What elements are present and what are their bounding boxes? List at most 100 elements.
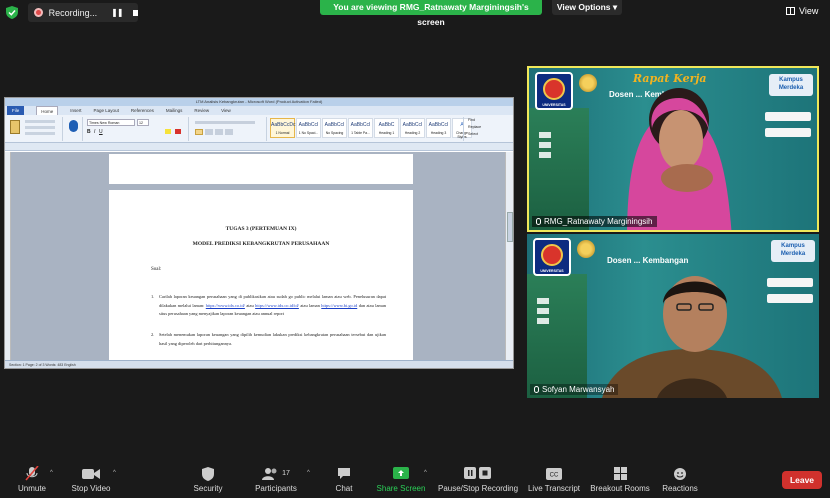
underline-button[interactable]: U (99, 129, 103, 135)
align-center-button[interactable] (205, 129, 213, 135)
item-text: atau (246, 302, 254, 308)
document-page-2[interactable]: TUGAS 3 (PERTEMUAN IX) MODEL PREDIKSI KE… (109, 190, 413, 368)
style-no-spacing[interactable]: AaBbCcI No Spacing (322, 118, 347, 138)
university-logo: UNIVERSITAS (533, 238, 571, 276)
share-screen-label: Share Screen (376, 484, 426, 493)
recording-label: Recording... (48, 7, 98, 18)
align-right-button[interactable] (215, 129, 223, 135)
stop-video-button[interactable]: Stop Video (70, 466, 112, 493)
style-name: 1 No Spaci... (298, 131, 319, 135)
font-color-icon[interactable] (175, 129, 181, 134)
style-preview: AaBbCcI (324, 122, 345, 128)
participant-video (602, 276, 782, 398)
microphone-muted-icon (14, 466, 50, 481)
schedule-icons (539, 128, 587, 162)
highlight-icon[interactable] (165, 129, 171, 134)
bluetooth-icon[interactable] (69, 120, 78, 132)
ribbon-tabs: File Home Insert Page Layout References … (5, 106, 513, 115)
share-options-caret[interactable]: ^ (424, 470, 427, 476)
style-name: Heading 2 (404, 131, 421, 135)
style-name: 1 Table Pa... (351, 131, 370, 135)
schedule-icons (537, 294, 585, 328)
select-button[interactable]: Select (468, 132, 478, 136)
tab-file[interactable]: File (7, 106, 25, 115)
document-title: TUGAS 3 (PERTEMUAN IX) (225, 226, 297, 232)
video-options-caret[interactable]: ^ (113, 470, 116, 476)
link-bi[interactable]: https://www.bi.go.id (321, 303, 357, 308)
university-logo: UNIVERSITAS (535, 72, 573, 110)
participant-name: Sofyan Marwansyah (542, 385, 615, 394)
style-normal[interactable]: AaBbCcDc 1 Normal (270, 118, 295, 138)
share-screen-icon (376, 466, 426, 481)
style-preview: AaBbCcI (428, 122, 449, 128)
chat-bubble-icon (332, 466, 356, 481)
participants-options-caret[interactable]: ^ (307, 470, 310, 476)
font-name-select[interactable]: Times New Roman (87, 119, 135, 126)
chat-button[interactable]: Chat (332, 466, 356, 493)
editing-group: Find Replace Select (463, 117, 503, 141)
unmute-button[interactable]: Unmute (14, 466, 50, 493)
view-options-button[interactable]: View Options ▾ (552, 0, 622, 15)
tab-view[interactable]: View (221, 108, 231, 113)
style-name: Heading 1 (378, 131, 395, 135)
viewing-banner: You are viewing RMG_Ratnawaty Marginings… (320, 0, 542, 27)
justify-button[interactable] (225, 129, 233, 135)
participants-button[interactable]: 17 Participants (254, 466, 298, 493)
link-idx-id[interactable]: https://www.idx.co.id/id/ (255, 303, 299, 308)
reactions-button[interactable]: Reactions (660, 466, 700, 493)
live-transcript-label: Live Transcript (527, 484, 581, 493)
style-heading-3[interactable]: AaBbCcI Heading 3 (426, 118, 451, 138)
cut-button[interactable] (25, 120, 55, 123)
list-buttons[interactable] (195, 121, 255, 124)
shield-icon[interactable] (6, 6, 18, 19)
participant-name-tag: Sofyan Marwansyah (530, 384, 619, 395)
style-heading-2[interactable]: AaBbCcI Heading 2 (400, 118, 425, 138)
link-idx[interactable]: https://www.idx.co.id/ (206, 303, 245, 308)
find-button[interactable]: Find (468, 118, 475, 122)
document-page-1 (109, 154, 413, 184)
soal-label: Soal: (151, 267, 162, 272)
microphone-icon (534, 386, 539, 393)
breakout-rooms-button[interactable]: Breakout Rooms (590, 466, 650, 493)
item-text: atau laman (300, 302, 320, 308)
live-transcript-button[interactable]: CC Live Transcript (526, 466, 582, 493)
style-heading-1[interactable]: AaBbC Heading 1 (374, 118, 399, 138)
pause-recording-icon[interactable]: ❚❚ (111, 8, 123, 17)
audio-options-caret[interactable]: ^ (50, 470, 53, 476)
clipboard-group (7, 117, 63, 141)
security-button[interactable]: Security (192, 466, 224, 493)
tab-review[interactable]: Review (194, 108, 209, 113)
align-left-button[interactable] (195, 129, 203, 135)
pause-stop-recording-button[interactable]: Pause/Stop Recording (438, 466, 518, 493)
background-building (529, 108, 589, 230)
video-tile[interactable]: UNIVERSITAS Dosen ... Kembangan Kampus M… (527, 234, 819, 398)
style-table-paragraph[interactable]: AaBbCcI 1 Table Pa... (348, 118, 373, 138)
italic-button[interactable]: I (94, 129, 95, 135)
tab-page-layout[interactable]: Page Layout (94, 108, 119, 113)
share-screen-button[interactable]: Share Screen (376, 466, 426, 493)
style-name: Heading 3 (430, 131, 447, 135)
vertical-scrollbar[interactable] (505, 152, 513, 362)
bold-button[interactable]: B (87, 129, 91, 135)
accreditation-medal-icon (577, 240, 595, 258)
tab-mailings[interactable]: Mailings (166, 108, 183, 113)
leave-button[interactable]: Leave (782, 471, 822, 489)
tab-home[interactable]: Home (36, 106, 59, 115)
video-camera-icon (70, 466, 112, 481)
document-subtitle: MODEL PREDIKSI KEBANGKRUTAN PERUSAHAAN (192, 241, 330, 247)
scrollbar-thumb[interactable] (507, 212, 513, 242)
style-no-spacing-1[interactable]: AaBbCcI 1 No Spaci... (296, 118, 321, 138)
style-preview: AaBbCcI (350, 122, 371, 128)
tab-insert[interactable]: Insert (70, 108, 81, 113)
security-label: Security (193, 484, 223, 493)
video-tile-active-speaker[interactable]: UNIVERSITAS Rapat Kerja Dosen ... Kemban… (527, 66, 819, 232)
paragraph-group (191, 117, 267, 141)
replace-button[interactable]: Replace (468, 125, 481, 129)
stop-recording-icon[interactable] (132, 9, 138, 16)
copy-button[interactable] (25, 126, 55, 129)
font-size-select[interactable]: 12 (137, 119, 149, 126)
paste-icon[interactable] (10, 120, 20, 134)
view-button[interactable]: View (786, 4, 826, 18)
tab-references[interactable]: References (131, 108, 154, 113)
format-painter-button[interactable] (25, 132, 55, 135)
